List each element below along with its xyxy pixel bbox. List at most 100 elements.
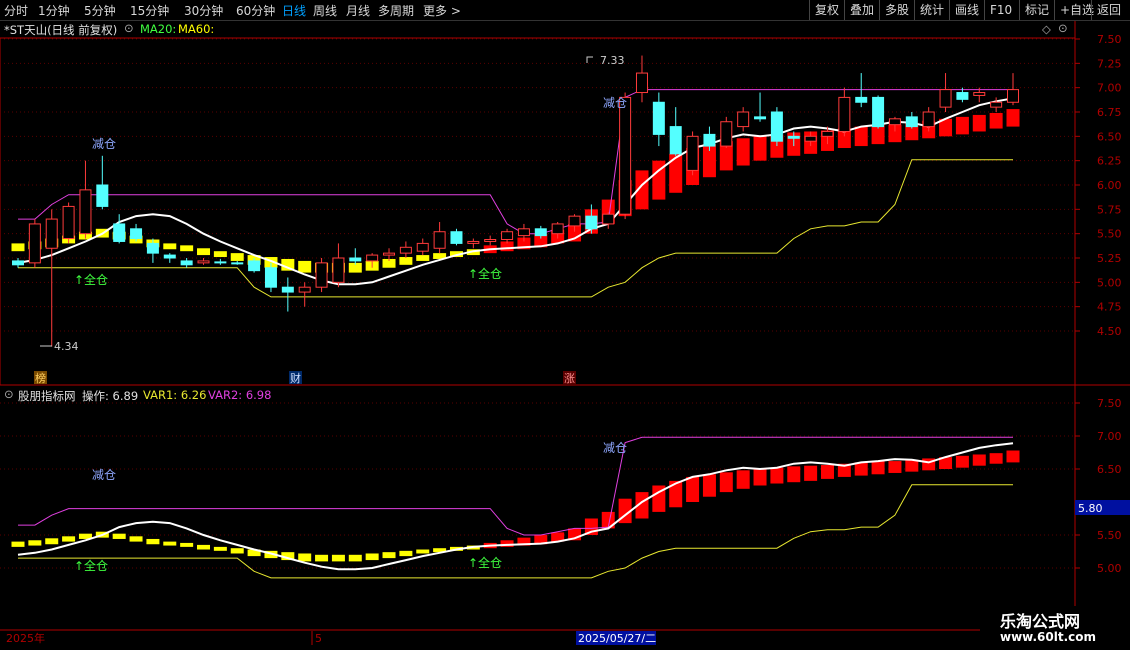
candle-down: [214, 261, 227, 264]
ind-band-block: [871, 461, 885, 475]
time-label-year: 2025年: [6, 631, 45, 645]
main-full-label-2: ↑全仓: [468, 266, 502, 281]
ind-band-block: [753, 469, 767, 486]
ind-band-block: [298, 553, 312, 562]
candle-down: [349, 257, 362, 262]
ind-band-block: [197, 544, 211, 550]
candle-up: [315, 262, 328, 288]
watermark-title: 乐淘公式网: [1000, 612, 1081, 631]
high-marker-arrow: [586, 56, 593, 63]
event-marker-zhang-text: 涨: [564, 372, 575, 385]
ind-band-block: [955, 455, 969, 468]
candle-up: [888, 118, 901, 126]
main-band-block: [11, 243, 25, 252]
candle-down: [855, 96, 868, 103]
ind-band-block: [399, 550, 413, 557]
main-y-tick-label: 7.00: [1097, 82, 1122, 95]
restore-rights-button[interactable]: 复权: [809, 0, 844, 20]
period-tab-30min[interactable]: 30分钟: [184, 2, 223, 19]
ind-band-block: [972, 454, 986, 466]
main-var2-line: [18, 89, 1013, 235]
ind-y-tick-label: 5.50: [1097, 529, 1122, 542]
statistics-button[interactable]: 统计: [914, 0, 949, 20]
candle-up: [197, 260, 210, 264]
period-tab-weekly[interactable]: 周线: [313, 2, 337, 19]
main-gridlines: [0, 38, 1075, 332]
main-band-block: [230, 253, 244, 261]
period-tab-15min[interactable]: 15分钟: [130, 2, 169, 19]
candle-up: [551, 223, 564, 235]
candle-down: [130, 228, 143, 240]
ind-y-tick-label: 7.50: [1097, 397, 1122, 410]
candle-up: [804, 135, 817, 142]
back-button[interactable]: 返回: [1091, 0, 1126, 20]
candle-up: [602, 213, 615, 225]
ind-band-block: [787, 466, 801, 483]
ind-y-tick-label: 5.00: [1097, 562, 1122, 575]
period-tab-multi[interactable]: 多周期: [378, 2, 414, 19]
ind-band-block: [770, 467, 784, 484]
candle-down: [770, 111, 783, 142]
candle-up: [990, 101, 1003, 108]
main-band-block: [298, 260, 312, 273]
main-band-block: [399, 257, 413, 265]
candle-down: [450, 231, 463, 244]
candle-up: [939, 89, 952, 108]
ind-band-block: [348, 554, 362, 562]
main-band-block: [197, 248, 211, 256]
candle-up: [635, 72, 648, 94]
main-band-block: [955, 116, 969, 135]
candle-down: [231, 262, 244, 265]
period-tab-timeshare[interactable]: 分时: [4, 2, 28, 19]
main-band-block: [180, 245, 194, 252]
candle-up: [1007, 89, 1019, 103]
time-label-month: 5: [315, 632, 322, 645]
candle-up: [28, 223, 41, 264]
main-y-tick-label: 5.50: [1097, 228, 1122, 241]
ind-var2-line: [18, 436, 1013, 536]
ind-full-label-1: ↑全仓: [74, 558, 108, 573]
period-tab-1min[interactable]: 1分钟: [38, 2, 70, 19]
candle-down: [113, 223, 126, 242]
candle-down: [787, 135, 800, 139]
candle-down: [163, 254, 176, 259]
candle-down: [652, 101, 665, 135]
candle-up: [922, 111, 935, 128]
main-y-tick-label: 4.50: [1097, 325, 1122, 338]
candle-up: [399, 246, 412, 254]
candle-down: [956, 92, 969, 100]
ind-y-tick-label: 6.50: [1097, 463, 1122, 476]
chart-canvas[interactable]: 7.50 7.25 7.00 6.75 6.50 6.25 6.00 5.75 5.50 5.25…: [0, 21, 1130, 650]
ind-band-block: [905, 459, 919, 472]
event-marker-bang-text: 榜: [35, 371, 46, 385]
period-tab-5min[interactable]: 5分钟: [84, 2, 116, 19]
period-tab-60min[interactable]: 60分钟: [236, 2, 275, 19]
period-tab-more[interactable]: 更多 >: [423, 2, 461, 19]
period-tab-daily[interactable]: 日线: [282, 2, 306, 19]
f10-button[interactable]: F10: [984, 0, 1017, 20]
candle-down: [180, 260, 193, 266]
draw-line-button[interactable]: 画线: [949, 0, 984, 20]
candle-up: [467, 240, 480, 244]
ind-band-block: [129, 536, 143, 542]
main-band-block: [736, 138, 750, 166]
ind-band-block: [315, 554, 329, 562]
candle-up: [383, 252, 396, 256]
candle-up: [62, 205, 75, 240]
overlay-button[interactable]: 叠加: [844, 0, 879, 20]
ind-band-block: [213, 546, 227, 551]
candle-up: [517, 228, 530, 237]
candle-up: [973, 92, 986, 96]
period-toolbar: 分时 1分钟 5分钟 15分钟 30分钟 60分钟 日线 周线 月线 多周期 更…: [0, 0, 1130, 21]
period-tab-monthly[interactable]: 月线: [346, 2, 370, 19]
ind-band-block: [146, 538, 160, 545]
ind-band-block: [365, 553, 379, 561]
candle-down: [669, 126, 682, 155]
candle-down: [585, 215, 598, 230]
ind-band-block: [989, 453, 1003, 464]
multi-stock-button[interactable]: 多股: [879, 0, 914, 20]
main-y-tick-label: 6.75: [1097, 106, 1122, 119]
candle-down: [905, 116, 918, 128]
mark-button[interactable]: 标记: [1019, 0, 1054, 20]
ind-op-line: [17, 442, 1014, 571]
